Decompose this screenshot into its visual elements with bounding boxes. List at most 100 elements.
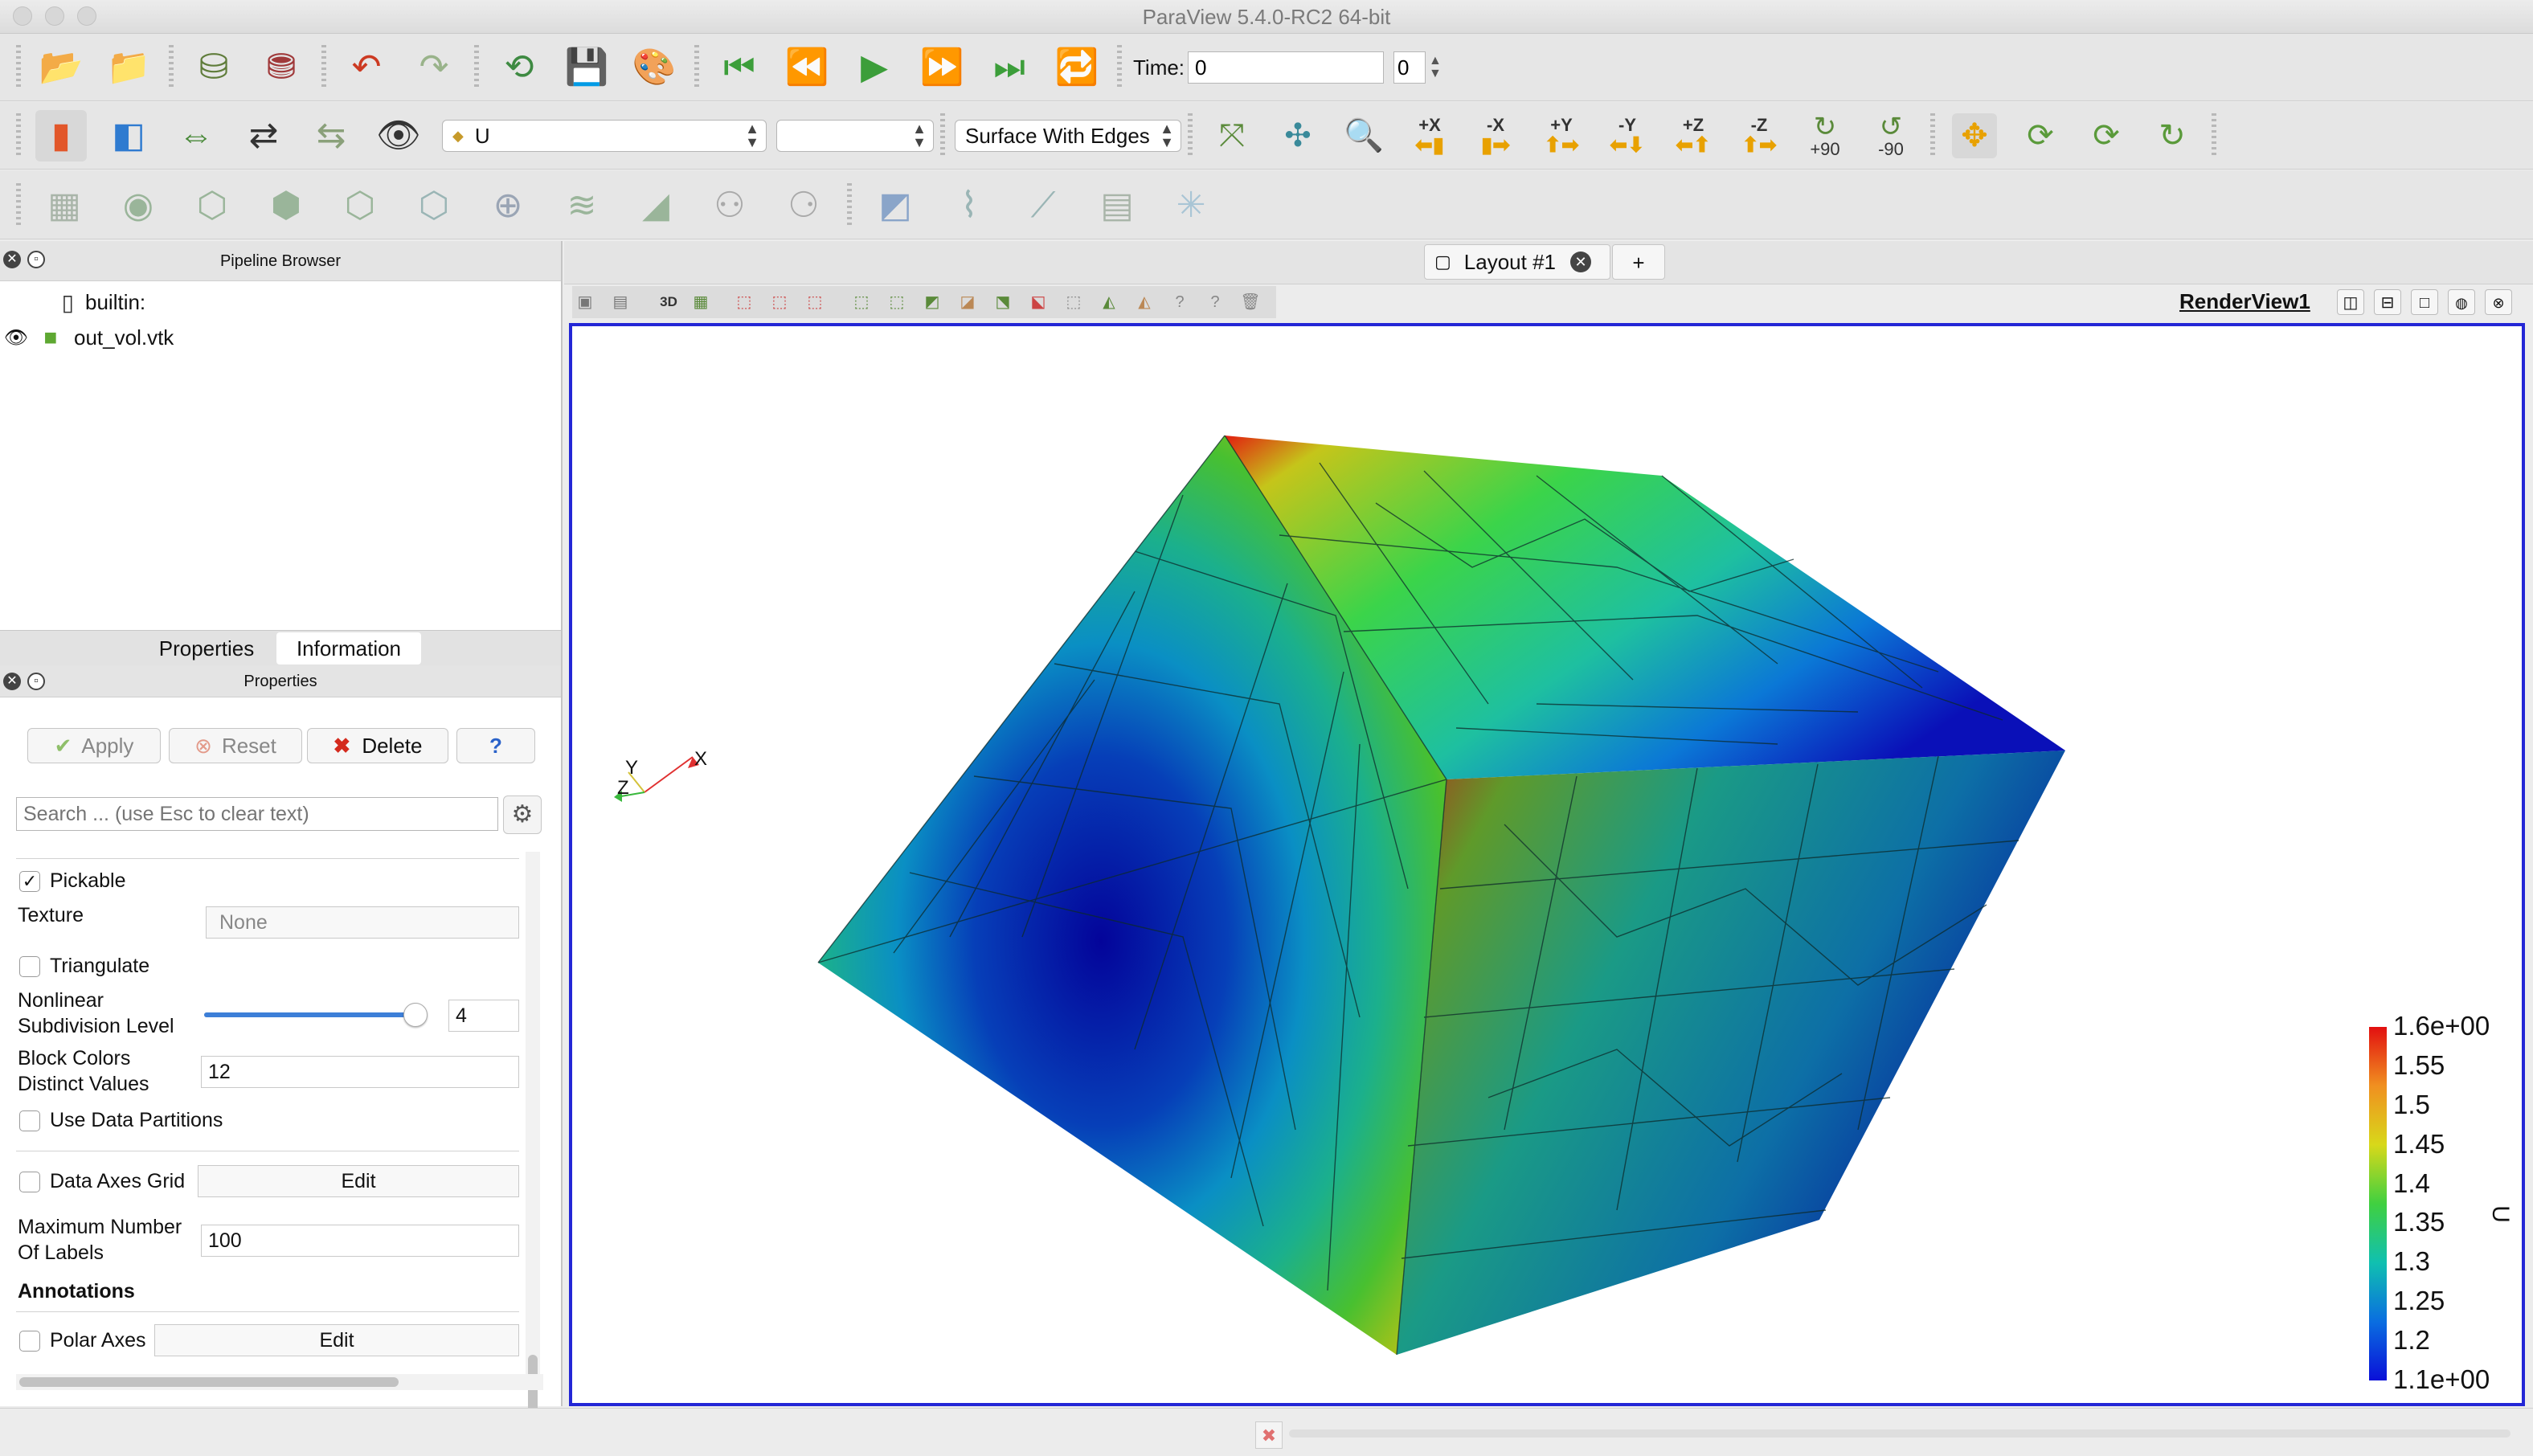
rescale-temporal-icon[interactable]: ⇆	[305, 110, 357, 162]
tab-properties[interactable]: Properties	[140, 632, 273, 665]
split-vertical-icon[interactable]: ⊟	[2374, 289, 2401, 315]
reset-button[interactable]: ⊗ Reset	[169, 728, 302, 763]
toggle-3d-button[interactable]: 3D	[653, 291, 685, 313]
delete-button[interactable]: ✖ Delete	[307, 728, 448, 763]
camera-parallel-icon[interactable]: ▦	[690, 291, 712, 313]
trash-icon[interactable]: 🗑	[1239, 291, 1262, 313]
select-cells-icon[interactable]: ◩	[870, 180, 921, 231]
axes-icon[interactable]: ✳	[1165, 180, 1217, 231]
shrink-selection-icon[interactable]: ⬕	[1027, 291, 1050, 313]
nonlinear-value-input[interactable]: 4	[448, 1000, 519, 1032]
first-frame-icon[interactable]: ⏮	[714, 42, 765, 93]
tab-layout-1[interactable]: ▢ Layout #1 ✕	[1424, 244, 1610, 280]
scrollbar-thumb[interactable]	[19, 1377, 399, 1387]
search-input[interactable]	[16, 797, 498, 831]
float-panel-icon[interactable]: ▫	[27, 673, 45, 690]
time-input[interactable]	[1188, 51, 1385, 84]
apply-button[interactable]: ✔ Apply	[27, 728, 161, 763]
view-minus-z-icon[interactable]: -Z ⬆➡	[1737, 113, 1782, 158]
component-select[interactable]: ▲ ▼	[776, 120, 934, 152]
last-frame-icon[interactable]: ⏭	[984, 42, 1035, 93]
view-minus-y-icon[interactable]: -Y ⬅⬇	[1605, 113, 1650, 158]
extract-level-icon[interactable]: ⚆	[778, 180, 829, 231]
warp-icon[interactable]: ◢	[630, 180, 681, 231]
camera-link-icon[interactable]: ▤	[609, 291, 632, 313]
interactive-select-icon[interactable]: ◩	[921, 291, 943, 313]
render-view-title[interactable]: RenderView1	[2179, 289, 2310, 314]
hover-cells-icon[interactable]: ◭	[1133, 291, 1156, 313]
hover-points-icon[interactable]: ◭	[1098, 291, 1120, 313]
calculator-icon[interactable]: ▦	[39, 180, 90, 231]
zoom-to-box-icon[interactable]: 🔍	[1341, 113, 1386, 158]
float-panel-icon[interactable]: ▫	[27, 251, 45, 268]
zoom-to-data-icon[interactable]: ✣	[1275, 113, 1320, 158]
clip-icon[interactable]: ⬡	[186, 180, 238, 231]
view-plus-y-icon[interactable]: +Y ⬆➡	[1539, 113, 1584, 158]
rotate-cw-90-icon[interactable]: ↻ +90	[1803, 113, 1848, 158]
select-block-icon[interactable]: ⬚	[886, 291, 908, 313]
save-state-icon[interactable]: 💾	[561, 42, 612, 93]
camera-capture-icon[interactable]: ▣	[574, 291, 596, 313]
view-minus-x-icon[interactable]: -X ▮➡	[1473, 113, 1518, 158]
restore-view-icon[interactable]: ◍	[2448, 289, 2475, 315]
contour-icon[interactable]: ◉	[113, 180, 164, 231]
color-by-select[interactable]: ◆ U ▲ ▼	[442, 120, 767, 152]
clear-selection-icon[interactable]: ⬚	[1062, 291, 1085, 313]
properties-vertical-scrollbar[interactable]	[526, 852, 540, 1435]
abort-icon[interactable]: ✖	[1255, 1421, 1283, 1449]
histogram-icon[interactable]: ⟋	[1017, 180, 1069, 231]
grow-selection-icon[interactable]: ⬔	[992, 291, 1014, 313]
data-axes-grid-edit-button[interactable]: Edit	[198, 1165, 519, 1197]
pipeline-item-out-vol[interactable]: 👁 ■ out_vol.vtk	[0, 320, 174, 355]
undo-icon[interactable]: ↶	[341, 42, 392, 93]
maximize-view-icon[interactable]: □	[2411, 289, 2438, 315]
rotate-ccw-90-icon[interactable]: ↺ -90	[1868, 113, 1913, 158]
rescale-visible-icon[interactable]: 👁	[373, 110, 424, 162]
next-frame-icon[interactable]: ⏩	[916, 42, 968, 93]
show-center-icon[interactable]: ✥	[1952, 113, 1997, 158]
loop-icon[interactable]: 🔁	[1051, 42, 1103, 93]
representation-select[interactable]: Surface With Edges ▲ ▼	[955, 120, 1181, 152]
texture-select[interactable]: None	[206, 906, 519, 939]
advanced-settings-gear-icon[interactable]: ⚙	[503, 795, 542, 834]
glyph-icon[interactable]: ⊕	[482, 180, 534, 231]
block-colors-input[interactable]: 12	[201, 1056, 519, 1088]
render-view[interactable]: X Y Z 1.6e+00 1.55 1.5 1.45 1.4 1.35 1.3 1.25 1.…	[569, 323, 2525, 1406]
reset-center-icon[interactable]: ⟳	[2018, 113, 2063, 158]
reset-camera-icon[interactable]: ⤧	[1209, 113, 1254, 158]
stream-tracer-icon[interactable]: ≋	[556, 180, 608, 231]
polar-axes-edit-button[interactable]: Edit	[154, 1324, 519, 1356]
threshold-icon[interactable]: ⬡	[334, 180, 386, 231]
redo-icon[interactable]: ↷	[408, 42, 460, 93]
max-labels-input[interactable]: 100	[201, 1225, 519, 1257]
use-data-partitions-checkbox[interactable]	[19, 1110, 40, 1131]
view-plus-x-icon[interactable]: +X ⬅▮	[1407, 113, 1452, 158]
pipeline-item-builtin[interactable]: ▯ builtin:	[0, 284, 146, 320]
extract-subset-icon[interactable]: ⬡	[408, 180, 460, 231]
close-view-icon[interactable]: ⊗	[2485, 289, 2512, 315]
spreadsheet-icon[interactable]: ▤	[1091, 180, 1143, 231]
select-points-on-icon[interactable]: ⬚	[768, 291, 791, 313]
query-edit-icon[interactable]: ?	[1204, 291, 1226, 313]
view-plus-z-icon[interactable]: +Z ⬅⬆	[1671, 113, 1716, 158]
time-index-input[interactable]	[1393, 51, 1426, 84]
rescale-custom-icon[interactable]: ⇄	[238, 110, 289, 162]
connect-icon[interactable]: ⛁	[188, 42, 239, 93]
open-recent-icon[interactable]: 📁	[103, 42, 154, 93]
color-palette-icon[interactable]: 🎨	[628, 42, 680, 93]
select-cells-through-icon[interactable]: ⬚	[804, 291, 826, 313]
tab-information[interactable]: Information	[276, 632, 421, 665]
data-axes-grid-checkbox[interactable]	[19, 1172, 40, 1192]
pick-center-icon[interactable]: ⟳	[2084, 113, 2129, 158]
pickable-checkbox[interactable]: ✓	[19, 871, 40, 892]
plot-over-line-icon[interactable]: ⌇	[943, 180, 995, 231]
select-cells-on-icon[interactable]: ⬚	[733, 291, 755, 313]
group-datasets-icon[interactable]: ⚇	[704, 180, 755, 231]
visibility-eye-icon[interactable]: 👁	[0, 326, 32, 350]
time-index-stepper[interactable]: ▲ ▼	[1429, 55, 1442, 80]
color-map-editor-icon[interactable]: ▮	[35, 110, 87, 162]
open-icon[interactable]: 📂	[35, 42, 87, 93]
nonlinear-slider-track[interactable]	[204, 1012, 416, 1017]
disconnect-icon[interactable]: ⛃	[256, 42, 307, 93]
close-panel-icon[interactable]: ✕	[3, 673, 21, 690]
